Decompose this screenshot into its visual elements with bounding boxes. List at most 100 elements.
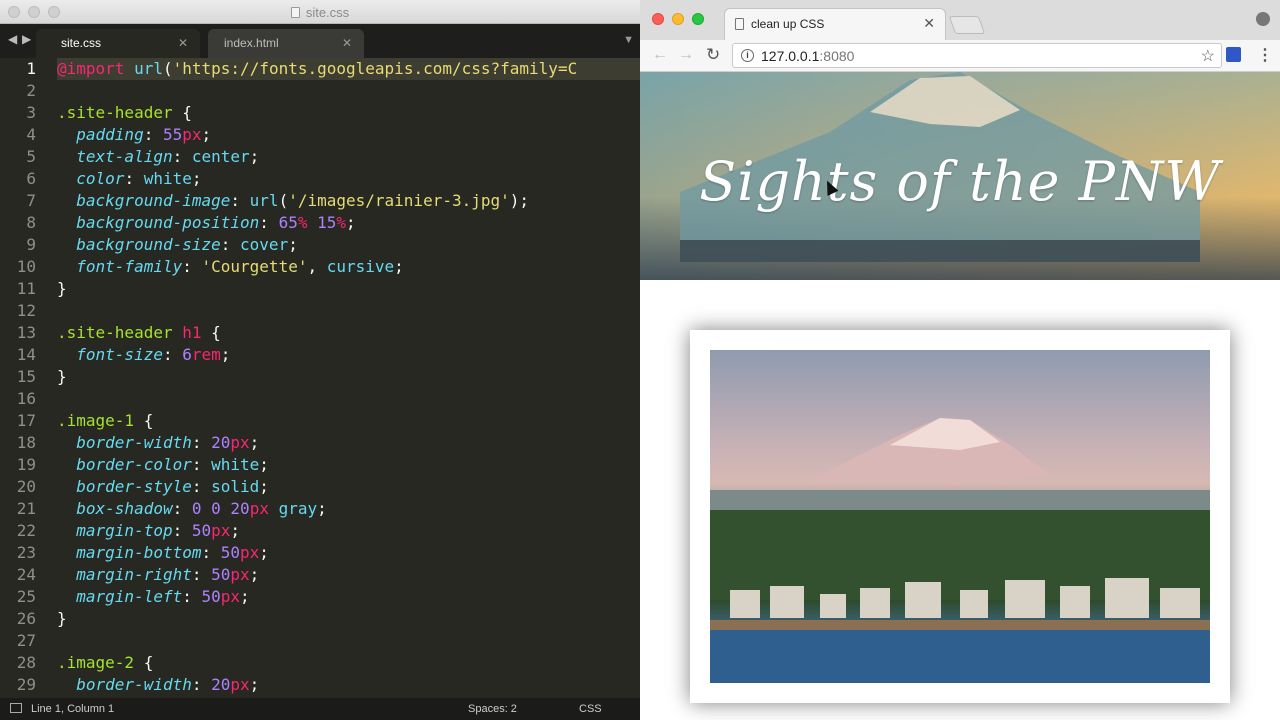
tab-label: site.css: [61, 36, 102, 50]
line-number: 17: [16, 411, 36, 430]
reload-icon[interactable]: ↻: [706, 45, 720, 65]
close-icon[interactable]: ✕: [342, 36, 352, 50]
code-line: border-width: 20px;: [76, 675, 260, 694]
code-line: box-shadow: 0 0 20px gray;: [76, 499, 327, 518]
editor-window-title: site.css: [0, 5, 640, 20]
code-line: margin-bottom: 50px;: [76, 543, 269, 562]
close-icon[interactable]: ✕: [178, 36, 188, 50]
editor-status-bar: Line 1, Column 1 Spaces: 2 CSS: [0, 698, 640, 720]
line-number: 3: [26, 103, 36, 122]
rainier-photo: [710, 350, 1210, 683]
address-bar[interactable]: i 127.0.0.1:8080 ☆: [732, 43, 1222, 68]
profile-icon[interactable]: [1256, 12, 1270, 26]
browser-tab-title: clean up CSS: [751, 17, 825, 31]
line-number: 8: [26, 213, 36, 232]
code-line: .site-header {: [57, 103, 192, 122]
line-number: 18: [16, 433, 36, 452]
code-line: margin-top: 50px;: [76, 521, 241, 540]
url-text[interactable]: 127.0.0.1:8080: [761, 48, 854, 64]
code-line: margin-left: 50px;: [76, 587, 250, 606]
code-line: border-width: 20px;: [76, 433, 260, 452]
menu-dots-icon[interactable]: ⋮: [1257, 45, 1273, 65]
chevron-down-icon[interactable]: ▼: [623, 34, 634, 46]
line-number: 16: [16, 389, 36, 408]
photo-scene: [710, 418, 1210, 683]
line-number: 28: [16, 653, 36, 672]
line-number: 20: [16, 477, 36, 496]
code-line: .image-1 {: [57, 411, 154, 430]
line-number: 4: [26, 125, 36, 144]
code-line: font-family: 'Courgette', cursive;: [76, 257, 404, 276]
code-editor-window: site.css ◀ ▶ site.css ✕ index.html ✕ ▼ 1…: [0, 0, 640, 720]
code-line: padding: 55px;: [76, 125, 212, 144]
browser-tab[interactable]: clean up CSS ✕: [724, 8, 946, 40]
line-number: 23: [16, 543, 36, 562]
back-arrow-icon[interactable]: ←: [652, 46, 668, 64]
code-line: .image-2 {: [57, 653, 154, 672]
editor-tab-bar: ◀ ▶ site.css ✕ index.html ✕ ▼: [0, 24, 640, 58]
page-icon: [735, 18, 744, 30]
indentation-setting[interactable]: Spaces: 2: [468, 703, 517, 715]
line-number-gutter: 1 2 3 4 5 6 7 8 9 10 11 12 13 14 15 16 1…: [0, 58, 44, 698]
code-line: color: white;: [76, 169, 202, 188]
line-number: 21: [16, 499, 36, 518]
back-arrow-icon[interactable]: ◀: [8, 32, 17, 46]
code-line: margin-right: 50px;: [76, 565, 260, 584]
code-line: background-image: url('/images/rainier-3…: [76, 191, 530, 210]
window-zoom-button[interactable]: [692, 13, 704, 25]
code-line: font-size: 6rem;: [76, 345, 231, 364]
line-number: 19: [16, 455, 36, 474]
panel-icon[interactable]: [10, 703, 22, 713]
line-number: 9: [26, 235, 36, 254]
line-number: 10: [16, 257, 36, 276]
line-number: 25: [16, 587, 36, 606]
code-line: background-position: 65% 15%;: [76, 213, 356, 232]
line-number: 7: [26, 191, 36, 210]
code-line: border-color: white;: [76, 455, 269, 474]
forward-arrow-icon[interactable]: →: [678, 46, 694, 64]
window-minimize-button[interactable]: [672, 13, 684, 25]
window-close-button[interactable]: [652, 13, 664, 25]
browser-tab-strip: clean up CSS ✕: [640, 0, 1280, 40]
new-tab-button[interactable]: [948, 16, 986, 34]
code-line: .site-header h1 {: [57, 323, 221, 342]
line-number: 13: [16, 323, 36, 342]
line-number: 22: [16, 521, 36, 540]
line-number: 29: [16, 675, 36, 694]
line-number: 12: [16, 301, 36, 320]
site-header: Sights of the PNW: [640, 72, 1280, 280]
extension-icon[interactable]: [1226, 47, 1241, 62]
tab-site-css[interactable]: site.css ✕: [36, 29, 200, 58]
line-number: 14: [16, 345, 36, 364]
forward-arrow-icon[interactable]: ▶: [22, 32, 31, 46]
code-line: }: [57, 367, 67, 386]
web-page: Sights of the PNW: [640, 72, 1280, 720]
editor-titlebar: site.css: [0, 0, 640, 24]
close-icon[interactable]: ✕: [923, 15, 935, 32]
tab-index-html[interactable]: index.html ✕: [208, 29, 364, 58]
code-line: @import url('https://fonts.googleapis.co…: [57, 58, 640, 80]
line-number: 5: [26, 147, 36, 166]
code-line: }: [57, 279, 67, 298]
syntax-mode[interactable]: CSS: [579, 703, 602, 715]
line-number: 6: [26, 169, 36, 188]
line-number: 27: [16, 631, 36, 650]
code-line: border-style: solid;: [76, 477, 269, 496]
code-area[interactable]: @import url('https://fonts.googleapis.co…: [57, 58, 640, 698]
browser-toolbar: ← → ↻ i 127.0.0.1:8080 ☆ ⋮: [640, 40, 1280, 72]
line-number: 24: [16, 565, 36, 584]
image-1-frame: [690, 330, 1230, 703]
info-icon[interactable]: i: [741, 49, 754, 62]
page-icon: [290, 7, 300, 18]
tab-label: index.html: [224, 36, 279, 50]
code-line: background-size: cover;: [76, 235, 298, 254]
line-number: 1: [26, 59, 36, 78]
line-number: 15: [16, 367, 36, 386]
star-icon[interactable]: ☆: [1201, 46, 1215, 66]
line-number: 2: [26, 81, 36, 100]
line-number: 26: [16, 609, 36, 628]
